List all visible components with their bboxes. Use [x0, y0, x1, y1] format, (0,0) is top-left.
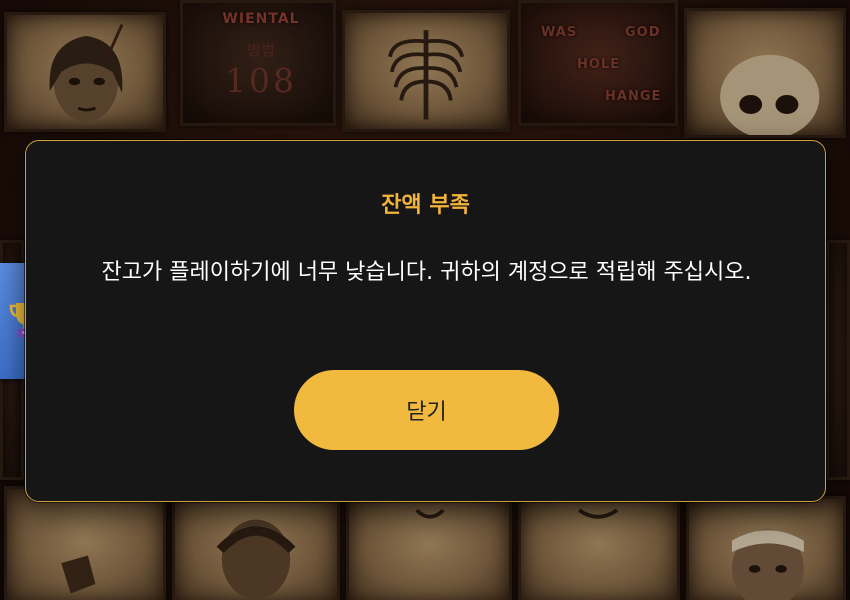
modal-message: 잔고가 플레이하기에 너무 낮습니다. 귀하의 계정으로 적립해 주십시오.	[101, 260, 752, 285]
close-button[interactable]: 닫기	[294, 370, 559, 450]
insufficient-balance-modal: 잔액 부족 잔고가 플레이하기에 너무 낮습니다. 귀하의 계정으로 적립해 주…	[25, 140, 826, 502]
modal-title: 잔액 부족	[381, 193, 470, 218]
